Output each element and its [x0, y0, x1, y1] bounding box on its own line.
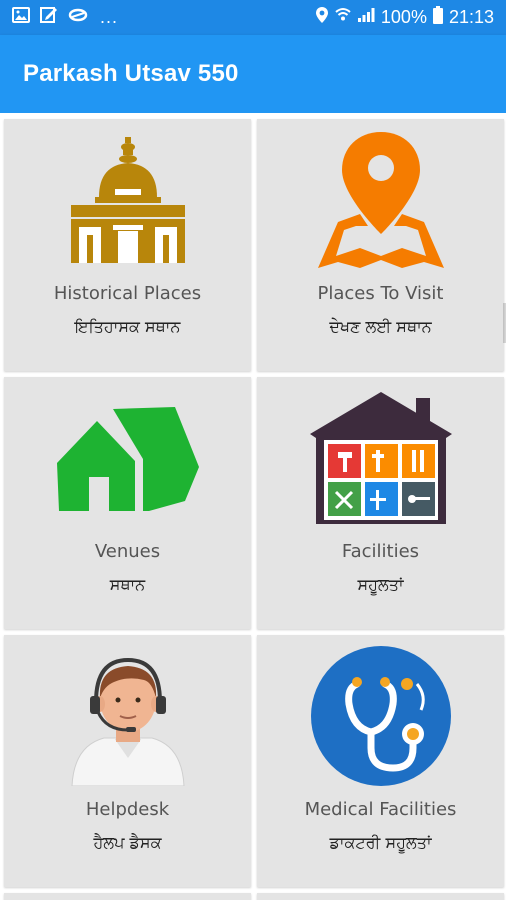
signal-icon	[357, 7, 375, 28]
app-title: Parkash Utsav 550	[23, 60, 239, 87]
tile-helpdesk[interactable]: Helpdesk ਹੈਲਪ ਡੈਸਕ	[4, 635, 251, 887]
app-bar: Parkash Utsav 550	[0, 35, 506, 113]
historical-building-icon	[63, 135, 193, 269]
helpdesk-operator-icon	[58, 646, 198, 790]
edit-notification-icon	[40, 7, 58, 28]
facilities-house-icon	[306, 388, 456, 532]
tile-label-en: Facilities	[341, 541, 420, 562]
link-notification-icon	[68, 7, 88, 28]
tile-places-to-visit[interactable]: Places To Visit ਦੇਖਣ ਲਈ ਸਥਾਨ	[257, 119, 504, 371]
tile-label-en: Places To Visit	[317, 283, 444, 304]
clock-time: 21:13	[448, 7, 494, 27]
more-notifications: ...	[100, 7, 119, 27]
status-bar: ... 100% 21:13	[0, 0, 506, 35]
tile-label-en: Helpdesk	[85, 799, 170, 820]
stethoscope-icon	[309, 644, 453, 792]
battery-icon	[432, 6, 443, 29]
wifi-icon	[335, 7, 351, 28]
tile-label-pa: ਡਾਕਟਰੀ ਸਹੂਲਤਾਂ	[329, 833, 432, 852]
tile-label-en: Venues	[94, 541, 161, 562]
image-notification-icon	[12, 7, 30, 28]
tile-historical-places[interactable]: Historical Places ਇਤਿਹਾਸਕ ਸਥਾਨ	[4, 119, 251, 371]
tile-partial-left[interactable]	[4, 893, 251, 900]
battery-percent: 100%	[380, 7, 427, 27]
tile-venues[interactable]: Venues ਸਥਾਨ	[4, 377, 251, 629]
tile-label-pa: ਸਹੂਲਤਾਂ	[357, 575, 404, 594]
tile-medical-facilities[interactable]: Medical Facilities ਡਾਕਟਰੀ ਸਹੂਲਤਾਂ	[257, 635, 504, 887]
tile-label-en: Historical Places	[53, 283, 202, 304]
map-location-pin-icon	[316, 130, 446, 274]
location-icon	[315, 6, 329, 29]
tile-partial-right[interactable]	[257, 893, 504, 900]
tile-facilities[interactable]: Facilities ਸਹੂਲਤਾਂ	[257, 377, 504, 629]
tile-label-pa: ਦੇਖਣ ਲਈ ਸਥਾਨ	[329, 317, 432, 336]
menu-grid: Historical Places ਇਤਿਹਾਸਕ ਸਥਾਨ Places To…	[0, 113, 506, 900]
tile-label-en: Medical Facilities	[304, 799, 457, 820]
tile-label-pa: ਇਤਿਹਾਸਕ ਸਥਾਨ	[74, 317, 181, 336]
venue-tent-icon	[53, 403, 203, 517]
tile-label-pa: ਸਥਾਨ	[109, 575, 146, 594]
tile-label-pa: ਹੈਲਪ ਡੈਸਕ	[93, 833, 162, 852]
status-left: ...	[12, 7, 118, 28]
status-right: 100% 21:13	[315, 6, 494, 29]
